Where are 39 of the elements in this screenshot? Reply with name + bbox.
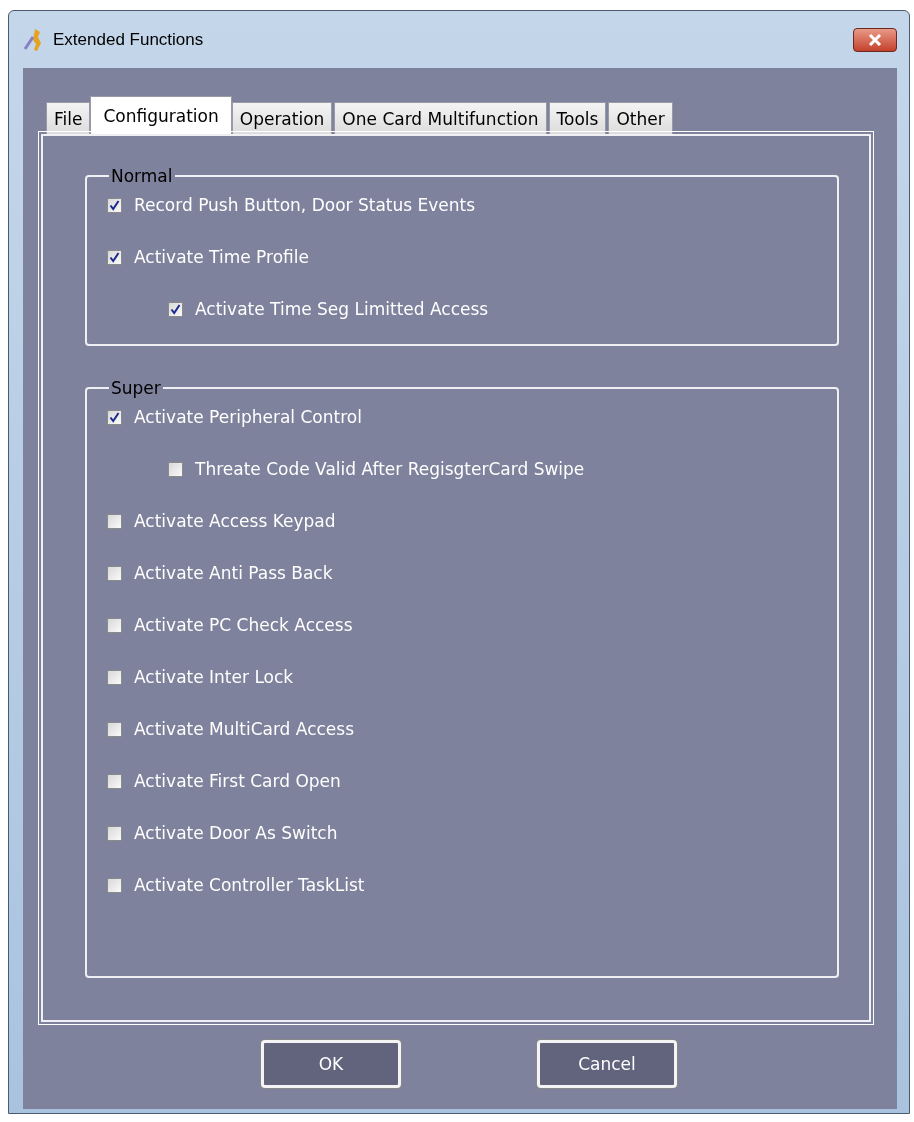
tab[interactable]: Configuration — [90, 96, 232, 134]
checkbox-label[interactable]: Activate Peripheral Control — [134, 407, 362, 427]
checkbox-label[interactable]: Activate PC Check Access — [134, 615, 353, 635]
tab[interactable]: Operation — [231, 102, 333, 134]
tab[interactable]: File — [46, 102, 91, 134]
checkbox-label[interactable]: Activate Anti Pass Back — [134, 563, 333, 583]
checkbox[interactable] — [168, 301, 183, 317]
cancel-button[interactable]: Cancel — [537, 1040, 677, 1088]
group-title: Super — [110, 378, 162, 398]
tab[interactable]: Tools — [548, 102, 607, 134]
checkbox-label[interactable]: Activate Time Profile — [134, 247, 309, 267]
checkbox[interactable] — [107, 617, 122, 633]
close-icon — [868, 33, 882, 46]
group-title: Normal — [110, 166, 174, 186]
ok-button[interactable]: OK — [261, 1040, 401, 1088]
checkbox-label[interactable]: Activate First Card Open — [134, 771, 341, 791]
checkbox[interactable] — [107, 513, 122, 529]
checkbox[interactable] — [107, 197, 122, 213]
checkbox-label[interactable]: Activate Time Seg Limitted Access — [195, 299, 489, 319]
close-button[interactable] — [853, 27, 897, 52]
checkbox-label[interactable]: Record Push Button, Door Status Events — [134, 195, 476, 215]
checkbox[interactable] — [107, 669, 122, 685]
checkbox-label[interactable]: Activate Controller TaskList — [134, 875, 365, 895]
checkbox-label[interactable]: Threate Code Valid After RegisgterCard Swipe — [195, 459, 585, 479]
window-title: Extended Functions — [53, 29, 204, 50]
checkbox-label[interactable]: Activate Door As Switch — [134, 823, 338, 843]
checkbox[interactable] — [107, 825, 122, 841]
checkbox-label[interactable]: Activate Access Keypad — [134, 511, 336, 531]
checkbox[interactable] — [107, 409, 122, 425]
checkbox[interactable] — [107, 773, 122, 789]
tab[interactable]: One Card Multifunction — [334, 102, 547, 134]
tab[interactable]: Other — [608, 102, 673, 134]
checkbox[interactable] — [107, 721, 122, 737]
checkbox-label[interactable]: Activate Inter Lock — [134, 667, 294, 687]
checkbox[interactable] — [107, 877, 122, 893]
checkbox-label[interactable]: Activate MultiCard Access — [134, 719, 354, 739]
checkbox[interactable] — [168, 461, 183, 477]
checkbox[interactable] — [107, 565, 122, 581]
checkbox[interactable] — [107, 249, 122, 265]
